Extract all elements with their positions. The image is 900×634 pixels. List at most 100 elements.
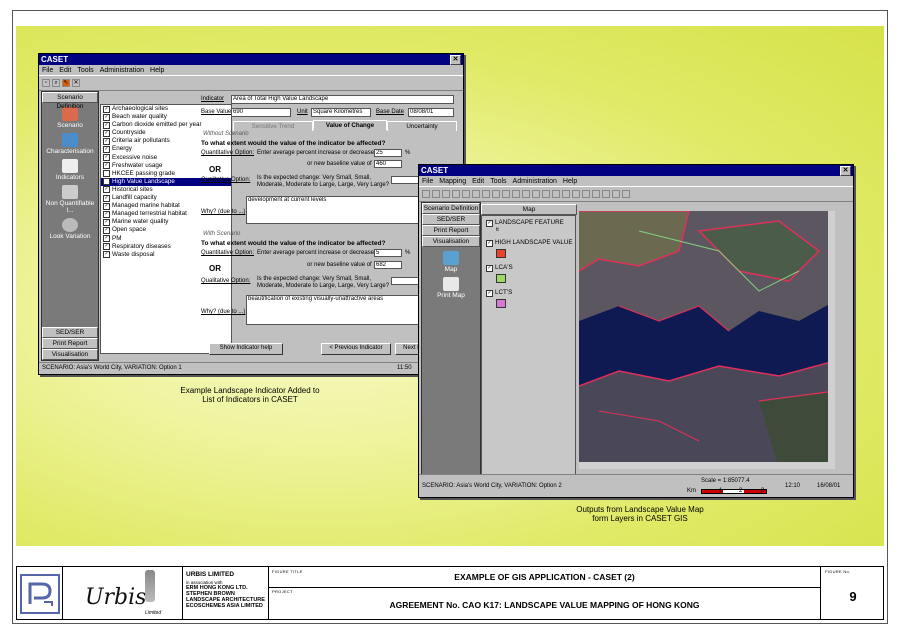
- delete-icon[interactable]: ✕: [72, 79, 80, 87]
- checkbox[interactable]: ✓: [103, 137, 110, 145]
- layer-item[interactable]: ✓ LCA'S: [484, 264, 573, 284]
- new-icon[interactable]: [422, 190, 430, 198]
- quant-input-1[interactable]: 25: [374, 149, 402, 157]
- draw-icon[interactable]: [552, 190, 560, 198]
- list-item[interactable]: ✓ Historical sites: [101, 186, 231, 194]
- layer-checkbox[interactable]: ✓: [486, 289, 493, 297]
- layer-checkbox[interactable]: ✓: [486, 219, 493, 227]
- open-icon[interactable]: [432, 190, 440, 198]
- list-item[interactable]: ✓ Landfill capacity: [101, 194, 231, 202]
- nav-item-indicators[interactable]: Indicators: [42, 159, 98, 181]
- checkbox[interactable]: ✓: [103, 162, 110, 170]
- menu-file[interactable]: File: [422, 178, 433, 185]
- nav-tab-sed-ser[interactable]: SED/SER: [422, 214, 480, 225]
- chart-icon[interactable]: [592, 190, 600, 198]
- checkbox[interactable]: ✓: [103, 113, 110, 121]
- list-item[interactable]: ✓ Marine water quality: [101, 218, 231, 226]
- measure-icon[interactable]: [572, 190, 580, 198]
- nav-tab-visualisation[interactable]: Visualisation: [42, 349, 98, 360]
- qual-select-1[interactable]: [391, 176, 421, 184]
- layer-checkbox[interactable]: ✓: [486, 239, 493, 247]
- map-horizontal-scrollbar[interactable]: [579, 462, 828, 469]
- map-vertical-scrollbar[interactable]: [828, 211, 835, 469]
- show-indicator-help-button[interactable]: Show Indicator help: [209, 343, 283, 355]
- indicator-tool-icon[interactable]: ↖: [62, 79, 70, 87]
- base-date-field[interactable]: 08/08/01: [408, 108, 454, 117]
- checkbox[interactable]: ✓: [103, 121, 110, 129]
- checkbox[interactable]: ✓: [103, 154, 110, 162]
- select-icon[interactable]: [542, 190, 550, 198]
- nav-item-look-variation[interactable]: Look Variation: [42, 218, 98, 240]
- unit-field[interactable]: Square Kilometres: [311, 108, 371, 117]
- quant-input-2[interactable]: 5: [374, 249, 402, 257]
- list-item[interactable]: ✓ Carbon dioxide emitted per year: [101, 121, 231, 129]
- nav-item-print-map[interactable]: Print Map: [422, 277, 480, 299]
- checkbox[interactable]: ✓: [103, 235, 110, 243]
- nav-item-map[interactable]: Map: [422, 251, 480, 273]
- pan-icon[interactable]: [492, 190, 500, 198]
- info-icon[interactable]: [502, 190, 510, 198]
- flag-icon[interactable]: [602, 190, 610, 198]
- baseline-input-2[interactable]: 682: [374, 261, 402, 269]
- menu-administration[interactable]: Administration: [513, 178, 557, 185]
- text-icon[interactable]: [512, 190, 520, 198]
- menu-help[interactable]: Help: [563, 178, 577, 185]
- base-value-field[interactable]: 690: [231, 108, 291, 117]
- map-canvas[interactable]: [579, 211, 835, 469]
- checkbox[interactable]: ✓: [103, 105, 110, 113]
- checkbox[interactable]: ✓: [103, 146, 110, 154]
- export-icon[interactable]: [612, 190, 620, 198]
- checkbox[interactable]: ✓: [103, 243, 110, 251]
- checkbox[interactable]: [103, 170, 110, 178]
- menu-tools[interactable]: Tools: [77, 67, 93, 74]
- checkbox[interactable]: ✓: [103, 129, 110, 137]
- point-icon[interactable]: [582, 190, 590, 198]
- layer-checkbox[interactable]: ✓: [486, 264, 493, 272]
- tab-uncertainty[interactable]: Uncertainty: [387, 121, 457, 131]
- nav-tab-scenario-definition[interactable]: Scenario Definition: [42, 92, 98, 110]
- cross-icon[interactable]: [522, 190, 530, 198]
- zoom-out-icon[interactable]: [482, 190, 490, 198]
- settings-icon[interactable]: [622, 190, 630, 198]
- menu-file[interactable]: File: [42, 67, 53, 74]
- tab-sensitive-trend[interactable]: Sensitive Trend: [233, 121, 313, 131]
- layer-item[interactable]: ✓ LCT'S: [484, 289, 573, 309]
- checkbox[interactable]: [103, 178, 110, 186]
- baseline-input-1[interactable]: 460: [374, 160, 402, 168]
- menu-mapping[interactable]: Mapping: [439, 178, 466, 185]
- checkbox[interactable]: ✓: [103, 202, 110, 210]
- checkbox[interactable]: ✓: [103, 226, 110, 234]
- new-icon[interactable]: ▫: [42, 79, 50, 87]
- checkbox[interactable]: ✓: [103, 210, 110, 218]
- indicator-field[interactable]: Area of Total High Value Landscape: [231, 95, 454, 104]
- nav-tab-sed-ser[interactable]: SED/SER: [42, 327, 98, 338]
- menu-help[interactable]: Help: [150, 67, 164, 74]
- previous-indicator-button[interactable]: < Previous Indicator: [321, 343, 391, 355]
- close-icon[interactable]: ✕: [450, 54, 461, 65]
- checkbox[interactable]: ✓: [103, 194, 110, 202]
- layer-item[interactable]: ✓ HIGH LANDSCAPE VALUE: [484, 239, 573, 259]
- checkbox[interactable]: ✓: [103, 218, 110, 226]
- checkbox[interactable]: ✓: [103, 251, 110, 259]
- search-icon[interactable]: ⌕: [52, 79, 60, 87]
- globe-icon[interactable]: [462, 190, 470, 198]
- nav-tab-print-report[interactable]: Print Report: [422, 225, 480, 236]
- nav-tab-print-report[interactable]: Print Report: [42, 338, 98, 349]
- ruler-icon[interactable]: [532, 190, 540, 198]
- menu-administration[interactable]: Administration: [100, 67, 144, 74]
- menu-edit[interactable]: Edit: [472, 178, 484, 185]
- checkbox[interactable]: ✓: [103, 186, 110, 194]
- close-icon[interactable]: ✕: [840, 165, 851, 176]
- layer-item[interactable]: ✓ LANDSCAPE FEATURE tt: [484, 219, 573, 233]
- qual-select-2[interactable]: [391, 277, 421, 285]
- menu-edit[interactable]: Edit: [59, 67, 71, 74]
- zoom-in-icon[interactable]: [472, 190, 480, 198]
- window-titlebar[interactable]: CASET ✕: [39, 54, 463, 65]
- nav-tab-visualisation[interactable]: Visualisation: [422, 236, 480, 247]
- nav-item-characterisation[interactable]: Characterisation: [42, 133, 98, 155]
- window-titlebar-2[interactable]: CASET ✕: [419, 165, 853, 176]
- save-icon[interactable]: [442, 190, 450, 198]
- layer-list[interactable]: ✓ LANDSCAPE FEATURE tt ✓ HIGH LANDSCAPE VALU…: [481, 215, 576, 475]
- nav-item-non-quantifiable[interactable]: Non Quantifiable I...: [42, 185, 98, 214]
- pointer-icon[interactable]: [562, 190, 570, 198]
